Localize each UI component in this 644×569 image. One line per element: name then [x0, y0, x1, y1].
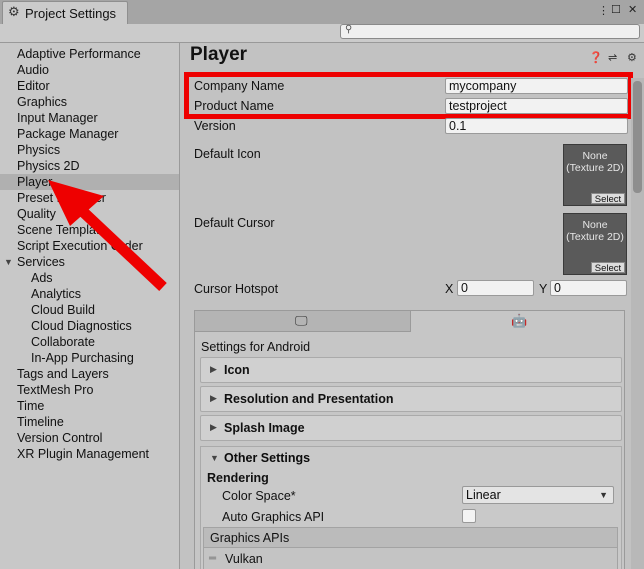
gear-icon[interactable]: ⚙	[627, 51, 637, 64]
hotspot-x-field[interactable]: 0	[457, 280, 534, 296]
android-icon: 🤖	[511, 313, 528, 328]
sidebar-item-input-manager[interactable]: Input Manager	[0, 110, 179, 126]
settings-for-label: Settings for Android	[201, 340, 311, 354]
select-button[interactable]: Select	[591, 193, 625, 205]
rendering-heading: Rendering	[207, 471, 269, 485]
hotspot-x-label: X	[445, 282, 454, 296]
list-item[interactable]: ═ Vulkan	[203, 548, 618, 569]
color-space-label: Color Space*	[222, 489, 296, 503]
inspector-panel: Player ❓ ⇌ ⚙ Company Name mycompany Prod…	[181, 43, 644, 569]
default-cursor-label: Default Cursor	[194, 216, 275, 230]
section-splash-image[interactable]: ▶ Splash Image	[200, 415, 622, 441]
sidebar-item-cloud-build[interactable]: Cloud Build	[0, 302, 179, 318]
chevron-down-icon[interactable]: ▼	[4, 254, 13, 270]
version-label: Version	[194, 119, 236, 133]
auto-graphics-api-label: Auto Graphics API	[222, 510, 325, 524]
sidebar-item-tags-and-layers[interactable]: Tags and Layers	[0, 366, 179, 382]
sidebar-item-package-manager[interactable]: Package Manager	[0, 126, 179, 142]
title-bar: ⚙ Project Settings ⋮ ☐ ✕	[0, 0, 644, 24]
sidebar-item-time[interactable]: Time	[0, 398, 179, 414]
color-space-dropdown[interactable]: Linear ▼	[462, 486, 614, 504]
default-cursor-texture-field[interactable]: None (Texture 2D) Select	[563, 213, 627, 275]
sidebar-item-xr-plugin-management[interactable]: XR Plugin Management	[0, 446, 179, 462]
hotspot-y-label: Y	[539, 282, 548, 296]
sidebar-item-audio[interactable]: Audio	[0, 62, 179, 78]
other-settings-title[interactable]: Other Settings	[224, 451, 310, 465]
sidebar-item-in-app-purchasing[interactable]: In-App Purchasing	[0, 350, 179, 366]
chevron-right-icon: ▶	[210, 422, 217, 432]
sidebar-item-physics-2d[interactable]: Physics 2D	[0, 158, 179, 174]
drag-handle-icon[interactable]: ═	[209, 553, 216, 564]
scrollbar-thumb[interactable]	[633, 81, 642, 193]
project-settings-tab[interactable]: ⚙ Project Settings	[2, 1, 128, 24]
search-input[interactable]: ⚲	[340, 24, 640, 39]
tab-title: Project Settings	[25, 6, 117, 21]
page-title: Player	[190, 44, 248, 65]
close-icon[interactable]: ✕	[628, 3, 637, 16]
sidebar-item-script-execution-order[interactable]: Script Execution Order	[0, 238, 179, 254]
toolbar: ⚲	[0, 24, 644, 43]
more-icon[interactable]: ⋮	[598, 4, 609, 17]
chevron-right-icon: ▶	[210, 393, 217, 403]
default-icon-texture-field[interactable]: None (Texture 2D) Select	[563, 144, 627, 206]
gear-icon: ⚙	[8, 4, 20, 19]
section-resolution-and-presentation[interactable]: ▶ Resolution and Presentation	[200, 386, 622, 412]
tab-android[interactable]: 🤖	[410, 310, 625, 332]
sidebar-item-physics[interactable]: Physics	[0, 142, 179, 158]
graphics-apis-header: Graphics APIs	[203, 527, 618, 548]
chevron-down-icon[interactable]: ▼	[210, 453, 219, 463]
sidebar-item-adaptive-performance[interactable]: Adaptive Performance	[0, 46, 179, 62]
search-icon: ⚲	[345, 24, 353, 35]
chevron-right-icon: ▶	[210, 364, 217, 374]
sidebar-item-collaborate[interactable]: Collaborate	[0, 334, 179, 350]
monitor-icon: 🖵	[295, 313, 308, 328]
version-field[interactable]: 0.1	[445, 118, 628, 134]
hotspot-y-field[interactable]: 0	[550, 280, 627, 296]
sidebar-item-analytics[interactable]: Analytics	[0, 286, 179, 302]
sidebar-item-quality[interactable]: Quality	[0, 206, 179, 222]
select-button[interactable]: Select	[591, 262, 625, 274]
scrollbar[interactable]	[631, 78, 644, 569]
sidebar-item-version-control[interactable]: Version Control	[0, 430, 179, 446]
section-icon[interactable]: ▶ Icon	[200, 357, 622, 383]
sidebar: Adaptive Performance Audio Editor Graphi…	[0, 43, 180, 569]
sidebar-item-services[interactable]: ▼ Services	[0, 254, 179, 270]
chevron-down-icon: ▼	[599, 490, 608, 500]
sidebar-item-cloud-diagnostics[interactable]: Cloud Diagnostics	[0, 318, 179, 334]
sidebar-item-player[interactable]: Player	[0, 174, 179, 190]
help-icon[interactable]: ❓	[589, 51, 603, 64]
sidebar-item-preset-manager[interactable]: Preset Manager	[0, 190, 179, 206]
sliders-icon[interactable]: ⇌	[608, 51, 617, 64]
sidebar-item-ads[interactable]: Ads	[0, 270, 179, 286]
highlight-box	[184, 72, 633, 119]
default-icon-label: Default Icon	[194, 147, 261, 161]
auto-graphics-api-checkbox[interactable]	[462, 509, 476, 523]
tab-standalone[interactable]: 🖵	[194, 310, 411, 332]
maximize-icon[interactable]: ☐	[611, 3, 621, 16]
cursor-hotspot-label: Cursor Hotspot	[194, 282, 279, 296]
sidebar-item-textmesh-pro[interactable]: TextMesh Pro	[0, 382, 179, 398]
sidebar-item-scene-template[interactable]: Scene Template	[0, 222, 179, 238]
sidebar-item-graphics[interactable]: Graphics	[0, 94, 179, 110]
sidebar-item-timeline[interactable]: Timeline	[0, 414, 179, 430]
sidebar-item-editor[interactable]: Editor	[0, 78, 179, 94]
